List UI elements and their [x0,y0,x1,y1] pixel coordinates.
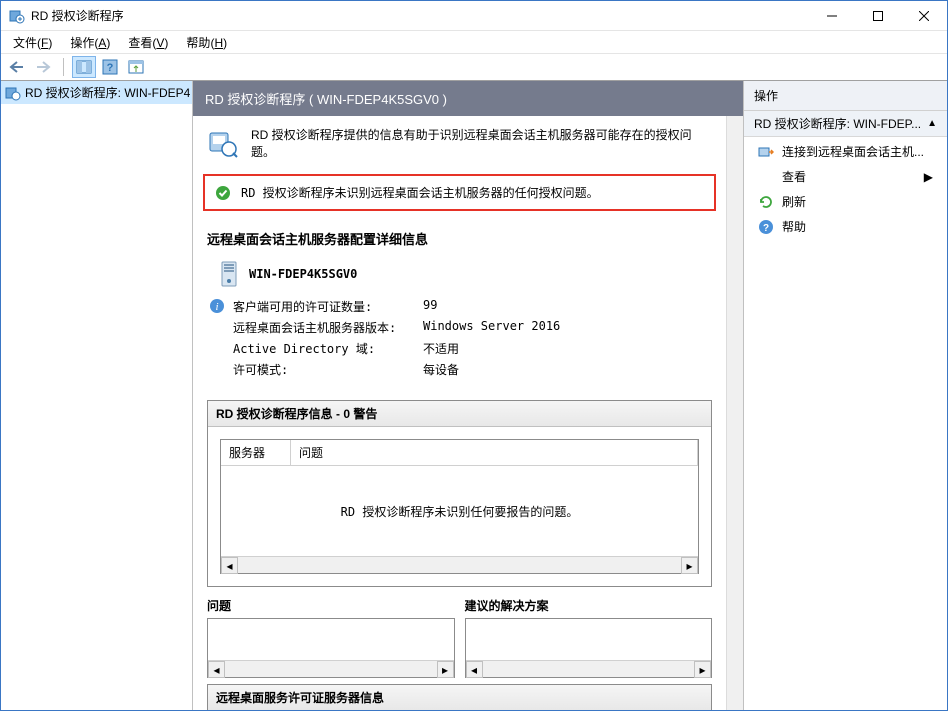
menubar: 文件(F) 操作(A) 查看(V) 帮助(H) [1,31,947,53]
prop-version-value: Windows Server 2016 [423,319,560,336]
tree-pane: RD 授权诊断程序: WIN-FDEP4 [1,81,193,710]
problem-hscrollbar[interactable]: ◂▸ [208,660,454,677]
svg-text:?: ? [107,62,114,74]
action-refresh[interactable]: 刷新 [744,189,947,214]
diagnostic-info-panel: RD 授权诊断程序信息 - 0 警告 服务器 问题 RD 授权诊断程序未识别任何… [207,400,712,587]
problem-box: ◂▸ [207,618,455,678]
toolbar-back-button[interactable] [5,56,29,78]
action-help[interactable]: ? 帮助 [744,214,947,239]
tree-root-item[interactable]: RD 授权诊断程序: WIN-FDEP4 [1,81,192,104]
problem-col-title: 问题 [207,593,455,618]
main-content: RD 授权诊断程序: WIN-FDEP4 RD 授权诊断程序 ( WIN-FDE… [1,81,947,710]
app-window: RD 授权诊断程序 文件(F) 操作(A) 查看(V) 帮助(H) ? [0,0,948,711]
license-server-panel: 远程桌面服务许可证服务器信息 配置远程桌面会话主机服务器以连接到以下许可证服务器… [207,684,712,710]
prop-licenses-value: 99 [423,298,437,315]
action-connect-label: 连接到远程桌面会话主机... [782,143,924,160]
diagnostic-panel-title: RD 授权诊断程序信息 - 0 警告 [208,401,711,427]
toolbar-separator [63,58,64,76]
grid-col-problem[interactable]: 问题 [291,440,698,465]
connect-icon [758,144,774,160]
tree-root-label: RD 授权诊断程序: WIN-FDEP4 [25,84,190,101]
grid-col-server[interactable]: 服务器 [221,440,291,465]
server-row: WIN-FDEP4K5SGV0 [193,256,726,292]
minimize-button[interactable] [809,1,855,31]
app-icon [9,8,25,24]
config-section-title: 远程桌面会话主机服务器配置详细信息 [193,221,726,256]
status-text: RD 授权诊断程序未识别远程桌面会话主机服务器的任何授权问题。 [241,184,599,201]
server-name: WIN-FDEP4K5SGV0 [249,267,357,281]
details-header: RD 授权诊断程序 ( WIN-FDEP4K5SGV0 ) [193,81,743,116]
submenu-arrow-icon: ▶ [924,170,933,184]
action-view[interactable]: 查看 ▶ [744,164,947,189]
solution-col-title: 建议的解决方案 [465,593,713,618]
window-controls [809,1,947,31]
problem-solution-row: 问题 ◂▸ 建议的解决方案 ◂▸ [207,593,712,678]
close-button[interactable] [901,1,947,31]
toolbar: ? [1,53,947,81]
diagnostic-icon [5,85,21,101]
diagnostic-grid: 服务器 问题 RD 授权诊断程序未识别任何要报告的问题。 ◂ ▸ [220,439,699,574]
details-body: RD 授权诊断程序提供的信息有助于识别远程桌面会话主机服务器可能存在的授权问题。… [193,116,726,710]
menu-action[interactable]: 操作(A) [62,32,118,53]
collapse-icon[interactable]: ▲ [927,118,937,129]
solution-hscrollbar[interactable]: ◂▸ [466,660,712,677]
scroll-right-icon[interactable]: ▸ [681,557,698,574]
action-view-label: 查看 [782,168,806,185]
details-vscrollbar[interactable] [726,116,743,710]
actions-header: 操作 [744,81,947,111]
check-icon [215,185,231,201]
actions-section-title[interactable]: RD 授权诊断程序: WIN-FDEP... ▲ [744,111,947,137]
prop-mode-value: 每设备 [423,361,459,378]
refresh-icon [758,194,774,210]
action-help-label: 帮助 [782,218,806,235]
action-refresh-label: 刷新 [782,193,806,210]
details-pane: RD 授权诊断程序 ( WIN-FDEP4K5SGV0 ) RD 授权诊断程序提… [193,81,743,710]
titlebar: RD 授权诊断程序 [1,1,947,31]
menu-help[interactable]: 帮助(H) [178,32,235,53]
license-server-panel-title: 远程桌面服务许可证服务器信息 [208,685,711,710]
window-title: RD 授权诊断程序 [31,7,809,24]
scroll-left-icon[interactable]: ◂ [221,557,238,574]
info-icon: i [209,298,225,314]
menu-file[interactable]: 文件(F) [5,32,60,53]
toolbar-help-button[interactable]: ? [98,56,122,78]
info-banner-text: RD 授权诊断程序提供的信息有助于识别远程桌面会话主机服务器可能存在的授权问题。 [251,126,712,160]
svg-text:?: ? [763,223,769,234]
toolbar-split-button[interactable] [124,56,148,78]
prop-version-label: 远程桌面会话主机服务器版本: [233,319,423,336]
help-icon: ? [758,219,774,235]
status-highlight: RD 授权诊断程序未识别远程桌面会话主机服务器的任何授权问题。 [203,174,716,211]
solution-box: ◂▸ [465,618,713,678]
svg-text:i: i [215,301,218,313]
prop-licenses-label: 客户端可用的许可证数量: [233,298,423,315]
config-properties: i 客户端可用的许可证数量: 99 远程桌面会话主机服务器版本: Windows… [193,292,726,394]
grid-empty-message: RD 授权诊断程序未识别任何要报告的问题。 [221,466,698,556]
actions-pane: 操作 RD 授权诊断程序: WIN-FDEP... ▲ 连接到远程桌面会话主机.… [743,81,947,710]
prop-ad-label: Active Directory 域: [233,340,423,357]
toolbar-forward-button[interactable] [31,56,55,78]
prop-ad-value: 不适用 [423,340,459,357]
diagnostic-large-icon [207,127,239,159]
maximize-button[interactable] [855,1,901,31]
menu-view[interactable]: 查看(V) [120,32,176,53]
server-icon [219,260,239,288]
toolbar-panels-button[interactable] [72,56,96,78]
action-connect[interactable]: 连接到远程桌面会话主机... [744,139,947,164]
prop-mode-label: 许可模式: [233,361,423,378]
grid-hscrollbar[interactable]: ◂ ▸ [221,556,698,573]
info-banner: RD 授权诊断程序提供的信息有助于识别远程桌面会话主机服务器可能存在的授权问题。 [193,116,726,170]
